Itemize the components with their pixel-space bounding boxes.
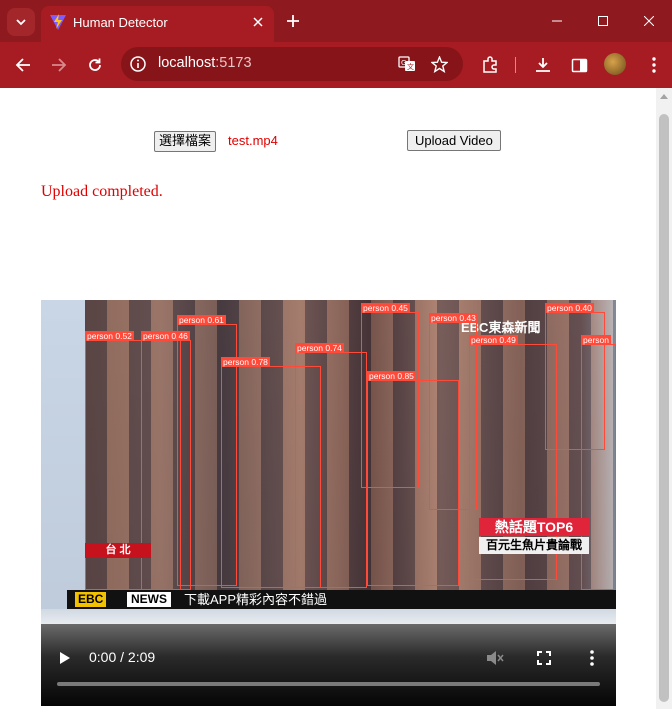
reload-button[interactable] — [81, 51, 109, 79]
lower-stripe — [41, 609, 616, 624]
detection-label: person 0.40 — [545, 303, 594, 313]
tab-human-detector[interactable]: Human Detector — [41, 6, 274, 42]
detection-label: person 0.74 — [295, 343, 344, 353]
tab-bar: Human Detector — [0, 0, 672, 42]
fullscreen-icon — [537, 651, 551, 665]
close-window-button[interactable] — [626, 0, 672, 42]
star-icon — [430, 55, 448, 73]
city-tag: 台 北 — [85, 543, 151, 558]
video-frame: EBC東森新聞 person 0.52 person 0.46 person 0.6… — [41, 300, 616, 624]
play-button[interactable] — [53, 646, 77, 670]
tab-title: Human Detector — [73, 15, 168, 30]
minimize-button[interactable] — [534, 0, 580, 42]
vite-logo-icon — [50, 14, 66, 30]
arrow-left-icon — [15, 58, 30, 72]
translate-icon: G文 — [398, 56, 415, 71]
tab-close-button[interactable] — [248, 12, 268, 32]
video-controls: 0:00 / 2:09 — [41, 624, 616, 706]
video-options-button[interactable] — [580, 646, 604, 670]
ticker-text: 下載APP精彩內容不錯過 — [184, 592, 328, 607]
selected-file-name: test.mp4 — [228, 133, 278, 148]
detection-label: person 0.78 — [221, 357, 270, 367]
forward-button[interactable] — [45, 51, 73, 79]
detection-label: person 0.85 — [367, 371, 416, 381]
time-display: 0:00 / 2:09 — [89, 649, 156, 665]
plus-icon — [287, 15, 299, 27]
extensions-button[interactable] — [476, 51, 504, 79]
maximize-icon — [598, 16, 608, 26]
detection-label: person 0.45 — [361, 303, 410, 313]
hot-topic-subtitle: 百元生魚片貴論戰 — [479, 537, 589, 554]
mute-button[interactable] — [483, 646, 507, 670]
reload-icon — [89, 58, 101, 71]
upload-status: Upload completed. — [41, 183, 163, 200]
page-viewport: 選擇檔案 test.mp4 Upload Video Upload comple… — [0, 88, 656, 709]
close-icon — [644, 16, 654, 26]
ticker-logo: EBC — [75, 592, 107, 607]
kebab-menu-icon — [590, 650, 594, 666]
bookmark-button[interactable] — [429, 54, 449, 74]
url-host: localhost — [158, 55, 216, 71]
upload-video-button[interactable]: Upload Video — [407, 130, 501, 151]
browser-toolbar: localhost:5173 G文 — [0, 42, 672, 88]
close-icon — [253, 17, 263, 27]
toolbar-divider — [515, 57, 516, 73]
play-icon — [60, 652, 70, 664]
new-tab-button[interactable] — [281, 9, 305, 33]
side-panel-icon — [571, 58, 587, 72]
browser-menu-button[interactable] — [640, 51, 668, 79]
detection-box: person 0.85 — [367, 371, 459, 586]
detection-label: person 0.49 — [469, 335, 518, 345]
kebab-menu-icon — [652, 57, 656, 73]
video-player[interactable]: EBC東森新聞 person 0.52 person 0.46 person 0.6… — [41, 300, 616, 706]
site-info-icon[interactable] — [129, 55, 147, 73]
url-port: :5173 — [215, 55, 252, 71]
back-button[interactable] — [9, 51, 37, 79]
news-ticker: EBC NEWS 下載APP精彩內容不錯過 — [67, 590, 616, 609]
scroll-thumb[interactable] — [659, 114, 669, 702]
translate-button[interactable]: G文 — [397, 54, 417, 74]
arrow-right-icon — [52, 58, 67, 72]
chevron-down-icon — [16, 19, 26, 26]
side-panel-button[interactable] — [565, 51, 593, 79]
minimize-icon — [552, 20, 562, 22]
downloads-button[interactable] — [529, 51, 557, 79]
profile-avatar[interactable] — [604, 53, 626, 75]
volume-muted-icon — [487, 651, 504, 665]
triangle-up-icon — [660, 93, 668, 99]
address-bar[interactable]: localhost:5173 G文 — [121, 47, 463, 81]
detection-label: person — [581, 335, 611, 345]
page-scrollbar[interactable] — [656, 88, 672, 709]
fullscreen-button[interactable] — [532, 646, 556, 670]
detection-label: person 0.61 — [177, 315, 226, 325]
hot-topic-banner: 熱話題TOP6 — [479, 518, 589, 536]
detection-label: person 0.43 — [429, 313, 478, 323]
detection-label: person 0.52 — [85, 331, 134, 341]
url-text[interactable]: localhost:5173 — [158, 55, 252, 71]
svg-text:G: G — [401, 59, 406, 67]
detection-box: person 0.74 — [295, 343, 367, 588]
video-progress-bar[interactable] — [57, 682, 600, 686]
svg-text:文: 文 — [407, 62, 414, 71]
puzzle-icon — [483, 56, 497, 73]
choose-file-button[interactable]: 選擇檔案 — [154, 131, 217, 152]
download-icon — [536, 58, 550, 72]
ticker-news-label: NEWS — [127, 592, 171, 607]
scroll-up-button[interactable] — [656, 88, 672, 104]
tab-search-button[interactable] — [7, 8, 35, 36]
maximize-button[interactable] — [580, 0, 626, 42]
